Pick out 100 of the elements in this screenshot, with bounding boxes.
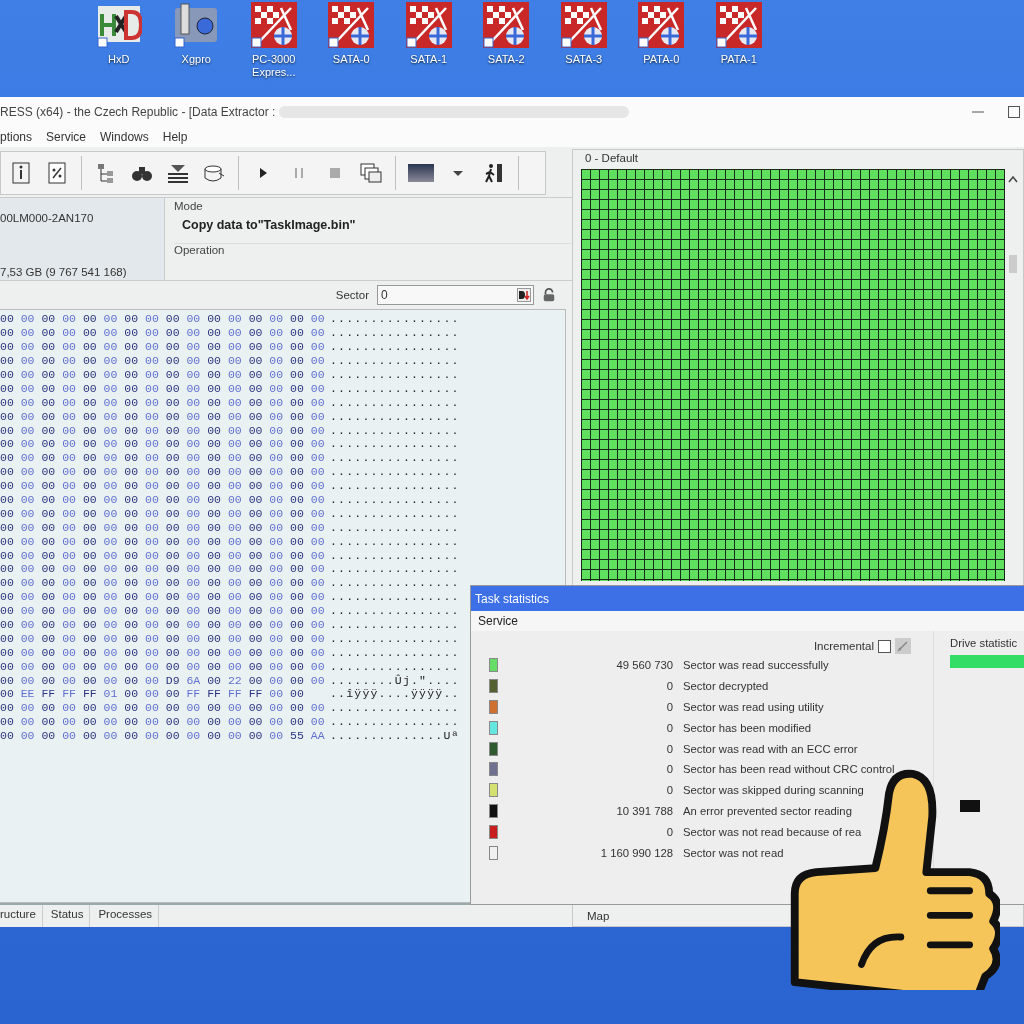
desktop-icon-label[interactable]: SATA-1 (398, 53, 459, 66)
scroll-up-icon[interactable] (1008, 175, 1018, 183)
ascii-text: ................ (330, 395, 460, 409)
hex-bytes: 00 00 00 00 00 00 00 00 00 00 00 00 00 00 00 00 (0, 631, 326, 645)
checkered-flag-icon[interactable] (250, 2, 297, 48)
ascii-text: ................ (330, 618, 460, 632)
sector-field[interactable]: 0 (377, 285, 534, 305)
desktop-icon-label[interactable]: PATA-0 (631, 53, 692, 66)
ascii-text: ................ (330, 645, 460, 659)
maximize-icon[interactable] (1008, 106, 1020, 118)
hex-bytes: 00 00 00 00 00 00 00 00 00 00 00 00 00 00 00 00 (0, 326, 326, 340)
hex-bytes: 00 00 00 00 00 00 00 00 00 00 00 00 00 00 00 00 (0, 354, 326, 368)
menu-item[interactable]: Help (162, 130, 188, 144)
ascii-text: ........Ûj.".... (330, 673, 460, 687)
drive-statistic-label: Drive statistic (950, 637, 1019, 649)
checkered-flag-icon[interactable] (405, 2, 452, 48)
ascii-text: ................ (330, 534, 460, 548)
ascii-text: ................ (330, 562, 460, 576)
ascii-text: ................ (330, 493, 460, 506)
error-statistic-bar (960, 800, 980, 812)
checkered-flag-icon[interactable] (638, 2, 685, 48)
desktop-icon-label[interactable]: Xgpro (166, 53, 227, 66)
menu-item[interactable]: Service (46, 130, 87, 144)
hex-bytes: 00 00 00 00 00 00 00 00 00 00 00 00 00 00 00 00 (0, 645, 326, 659)
ascii-text: ................ (330, 437, 460, 451)
checkered-flag-icon[interactable] (328, 2, 375, 48)
sector-count: 1 160 990 128 (599, 846, 673, 859)
hex-bytes: 00 00 00 00 00 00 00 00 00 00 00 00 00 00 00 00 (0, 395, 326, 409)
drive-model: 00LM000-2AN170 (0, 212, 95, 224)
status-label: Sector was read successfully (683, 659, 829, 672)
desktop-icon-label[interactable]: PC-3000 Expres... (243, 53, 304, 79)
incremental-checkbox[interactable] (878, 639, 891, 653)
ascii-text: ................ (330, 701, 460, 715)
desktop-icon-label[interactable]: SATA-3 (553, 53, 614, 66)
status-label: Sector decrypted (683, 680, 769, 693)
hex-bytes: 00 00 00 00 00 00 00 00 00 00 00 00 00 00 00 00 (0, 340, 326, 354)
window-title: RESS (x64) - the Czech Republic - [Data Extractor : (0, 105, 276, 119)
ascii-text: ................ (330, 312, 460, 326)
incremental-label: Incremental (813, 640, 874, 652)
desktop-icon-label[interactable]: HxD (88, 53, 149, 66)
drive-capacity: 7,53 GB (9 767 541 168) (0, 266, 128, 278)
checkered-flag-icon[interactable] (560, 2, 607, 48)
hex-bytes: 00 00 00 00 00 00 00 00 00 00 00 00 00 00 00 00 (0, 659, 326, 673)
hex-bytes: 00 00 00 00 00 00 00 00 00 00 00 00 00 00 00 00 (0, 562, 326, 576)
hex-bytes: 00 00 00 00 00 00 00 00 00 00 00 00 00 00 00 00 (0, 590, 326, 604)
ascii-text: ................ (330, 506, 460, 520)
sector-count: 0 (665, 742, 673, 755)
menu-item[interactable]: Windows (100, 130, 149, 144)
panel-tab[interactable]: Status (50, 905, 91, 927)
hex-bytes: 00 00 00 00 00 00 00 00 00 00 00 00 00 00 00 00 (0, 576, 326, 590)
checkered-flag-icon[interactable] (483, 2, 530, 48)
map-tab[interactable]: Map (581, 908, 610, 926)
checkered-flag-icon[interactable] (715, 2, 762, 48)
sector-label: Sector (335, 289, 369, 301)
info-document-icon[interactable] (9, 161, 33, 185)
hex-bytes: 00 00 00 00 00 00 00 00 00 00 00 00 00 00 00 00 (0, 409, 326, 423)
menu-item[interactable]: Service (478, 614, 518, 628)
panel-tab[interactable]: ructure (0, 905, 43, 927)
hex-bytes: 00 00 00 00 00 00 00 00 00 00 00 00 00 00 00 00 (0, 451, 326, 465)
hex-bytes: 00 00 00 00 00 00 00 00 00 00 00 00 00 00 00 00 (0, 423, 326, 437)
scrollbar-thumb[interactable] (1009, 255, 1017, 273)
ascii-text: ................ (330, 368, 460, 381)
desktop-icon-label[interactable]: SATA-2 (476, 53, 537, 66)
programmer-device-icon[interactable] (173, 2, 220, 48)
hex-bytes: 00 00 00 00 00 00 00 00 00 00 00 00 00 00 00 00 (0, 493, 326, 506)
sector-count: 0 (665, 680, 673, 693)
hex-bytes: 00 00 00 00 00 00 00 00 00 00 00 00 00 00 00 00 (0, 548, 326, 562)
desktop-icon-label[interactable]: SATA-0 (321, 53, 382, 66)
hex-bytes: 00 00 00 00 00 00 00 00 00 00 00 00 00 00 00 00 (0, 465, 326, 479)
hex-bytes: 00 00 00 00 00 00 00 00 00 00 00 00 00 00 00 00 (0, 506, 326, 520)
ascii-text: ................ (330, 409, 460, 423)
sector-count: 0 (665, 763, 673, 776)
panel-tab[interactable]: Processes (98, 905, 160, 927)
windows-stack-icon[interactable] (359, 161, 383, 185)
sector-count: 10 391 788 (615, 804, 673, 817)
hex-bytes: 00 00 00 00 00 00 00 00 00 00 00 00 00 00 00 00 (0, 701, 326, 715)
percent-document-icon[interactable] (45, 161, 69, 185)
menu-item[interactable]: ptions (0, 130, 33, 144)
status-label: Sector was not read because of rea (683, 825, 862, 838)
screen-thumbnail[interactable] (408, 164, 434, 182)
ascii-text: ................ (330, 520, 460, 534)
hex-bytes: 00 EE FF FF FF 01 00 00 00 FF FF FF FF 00 00 (0, 687, 305, 701)
hex-bytes: 00 00 00 00 00 00 00 00 00 00 00 00 00 00 55 AA (0, 729, 326, 743)
status-label: Sector was read using utility (683, 701, 824, 713)
operation-label: Operation (174, 244, 226, 256)
desktop-icon-label[interactable]: PATA-1 (708, 53, 769, 66)
hex-bytes: 00 00 00 00 00 00 00 00 00 00 00 00 00 00 00 00 (0, 312, 326, 326)
mode-label: Mode (174, 200, 204, 212)
lock-icon[interactable] (542, 288, 556, 302)
status-label: Sector was not read (683, 846, 784, 859)
sector-count: 49 560 730 (615, 659, 673, 672)
ascii-text: ................ (330, 340, 460, 354)
hex-bytes: 00 00 00 00 00 00 00 00 00 00 00 00 00 00 00 00 (0, 437, 326, 451)
hex-bytes: 00 00 00 00 00 00 00 00 00 00 00 00 00 00 00 00 (0, 381, 326, 395)
hex-bytes: 00 00 00 00 00 00 00 00 00 00 00 00 00 00 00 00 (0, 618, 326, 632)
ascii-text: ................ (330, 451, 460, 465)
ascii-text: ..îÿÿÿ....ÿÿÿÿ.. (330, 687, 460, 701)
ascii-text: ..............Uª (330, 729, 460, 743)
decimal-toggle-icon[interactable] (517, 288, 531, 302)
ascii-text: ................ (330, 465, 460, 479)
